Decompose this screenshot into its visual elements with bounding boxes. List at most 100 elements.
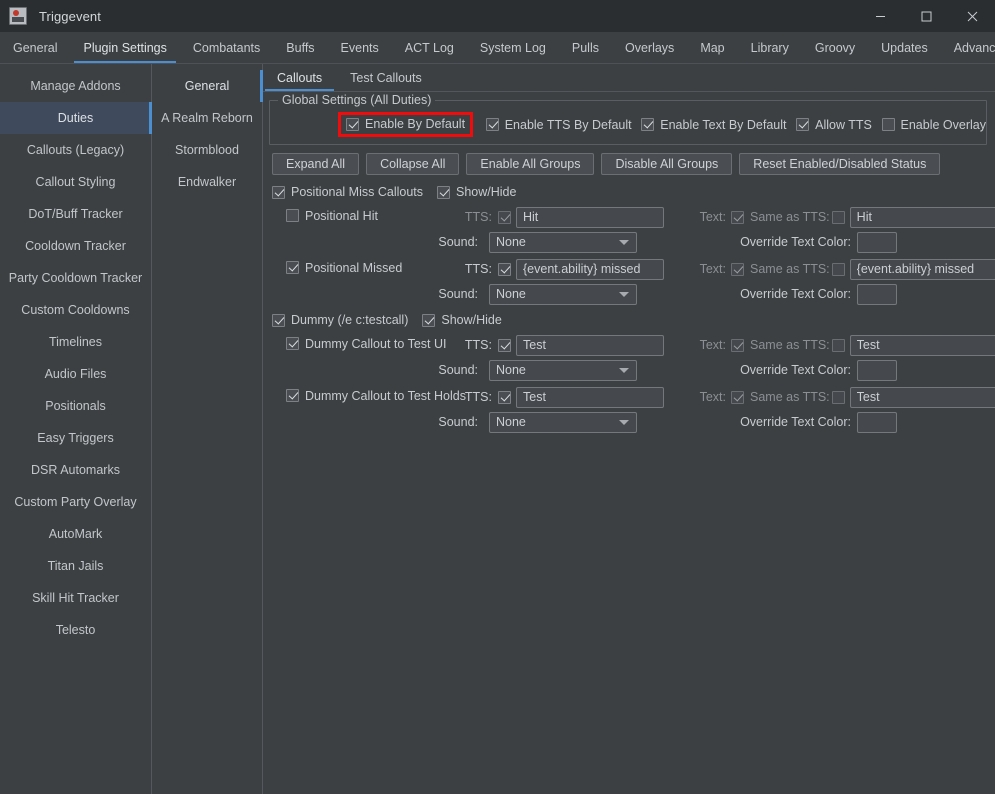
text-value-input[interactable] bbox=[849, 258, 995, 280]
checkbox-label: Enable Text By Default bbox=[660, 117, 787, 132]
same-as-tts-checkbox[interactable]: Same as TTS: bbox=[731, 338, 830, 352]
text-override-checkbox[interactable] bbox=[831, 210, 845, 224]
tab-overlays[interactable]: Overlays bbox=[612, 32, 687, 63]
maximize-icon[interactable] bbox=[903, 0, 949, 32]
checkbox-enable-text-by-default[interactable]: Enable Text By Default bbox=[641, 117, 787, 132]
item-enable-checkbox-positional-missed[interactable]: Positional Missed bbox=[286, 261, 402, 275]
chevron-down-icon bbox=[619, 240, 629, 245]
close-icon[interactable] bbox=[949, 0, 995, 32]
tab-buffs[interactable]: Buffs bbox=[273, 32, 327, 63]
sidebar-item-cooldown-tracker[interactable]: Cooldown Tracker bbox=[0, 230, 151, 262]
tab-updates[interactable]: Updates bbox=[868, 32, 941, 63]
checkbox-icon bbox=[485, 118, 499, 131]
tts-text-input[interactable] bbox=[516, 334, 664, 356]
checkbox-allow-tts[interactable]: Allow TTS bbox=[796, 118, 872, 132]
same-as-tts-checkbox[interactable]: Same as TTS: bbox=[731, 390, 830, 404]
tts-text-input[interactable] bbox=[516, 206, 664, 228]
sidebar-item-titan-jails[interactable]: Titan Jails bbox=[0, 550, 151, 582]
text-override-checkbox[interactable] bbox=[831, 262, 845, 276]
checkbox-label: Enable TTS By Default bbox=[504, 117, 632, 132]
group-enable-checkbox-positional-miss-callouts[interactable]: Positional Miss Callouts bbox=[272, 185, 423, 199]
expansion-item-stormblood[interactable]: Stormblood bbox=[152, 134, 262, 166]
tab-groovy[interactable]: Groovy bbox=[802, 32, 868, 63]
group-show-hide-checkbox-positional-miss-callouts[interactable]: Show/Hide bbox=[437, 185, 516, 199]
checkbox-enable-by-default[interactable]: Enable By Default bbox=[346, 117, 465, 131]
enable-all-groups-button[interactable]: Enable All Groups bbox=[466, 153, 595, 175]
sound-select[interactable]: None bbox=[489, 411, 637, 433]
override-text-color-swatch[interactable] bbox=[857, 283, 897, 305]
override-text-color-swatch[interactable] bbox=[857, 359, 897, 381]
text-value-input[interactable] bbox=[849, 334, 995, 356]
callout-group-header: Dummy (/e c:testcall) Show/Hide bbox=[272, 309, 990, 331]
tab-act-log[interactable]: ACT Log bbox=[392, 32, 467, 63]
tab-callouts[interactable]: Callouts bbox=[263, 64, 336, 91]
item-enable-checkbox-positional-hit[interactable]: Positional Hit bbox=[286, 209, 378, 223]
sidebar-item-dot-buff-tracker[interactable]: DoT/Buff Tracker bbox=[0, 198, 151, 230]
tab-combatants[interactable]: Combatants bbox=[180, 32, 273, 63]
reset-enabled-disabled-status-button[interactable]: Reset Enabled/Disabled Status bbox=[739, 153, 941, 175]
sidebar-item-dsr-automarks[interactable]: DSR Automarks bbox=[0, 454, 151, 486]
checkbox-enable-overlay[interactable]: Enable Overlay bbox=[881, 118, 986, 132]
override-text-color-swatch[interactable] bbox=[857, 411, 897, 433]
sound-select[interactable]: None bbox=[489, 231, 637, 253]
tts-enable-checkbox[interactable] bbox=[498, 262, 511, 276]
tab-events[interactable]: Events bbox=[328, 32, 392, 63]
tts-enable-checkbox[interactable] bbox=[498, 210, 511, 224]
sidebar-item-automark[interactable]: AutoMark bbox=[0, 518, 151, 550]
minimize-icon[interactable] bbox=[857, 0, 903, 32]
sound-select[interactable]: None bbox=[489, 359, 637, 381]
tab-library[interactable]: Library bbox=[738, 32, 802, 63]
text-label: Text: bbox=[699, 338, 726, 352]
expansion-item-endwalker[interactable]: Endwalker bbox=[152, 166, 262, 198]
expansion-item-general[interactable]: General bbox=[152, 70, 263, 102]
sidebar-item-duties[interactable]: Duties bbox=[0, 102, 152, 134]
sidebar-item-callouts-legacy[interactable]: Callouts (Legacy) bbox=[0, 134, 151, 166]
main-tab-bar: General Plugin Settings Combatants Buffs… bbox=[0, 32, 995, 64]
tts-text-input[interactable] bbox=[516, 258, 664, 280]
sidebar-item-party-cooldown-tracker[interactable]: Party Cooldown Tracker bbox=[0, 262, 151, 294]
text-override-checkbox[interactable] bbox=[831, 338, 845, 352]
sidebar-item-callout-styling[interactable]: Callout Styling bbox=[0, 166, 151, 198]
disable-all-groups-button[interactable]: Disable All Groups bbox=[601, 153, 733, 175]
checkbox-icon bbox=[731, 390, 744, 404]
sidebar-item-custom-cooldowns[interactable]: Custom Cooldowns bbox=[0, 294, 151, 326]
text-value-input[interactable] bbox=[849, 386, 995, 408]
sidebar-item-audio-files[interactable]: Audio Files bbox=[0, 358, 151, 390]
text-override-checkbox[interactable] bbox=[831, 390, 845, 404]
group-show-hide-checkbox-dummy[interactable]: Show/Hide bbox=[422, 313, 502, 327]
expand-all-button[interactable]: Expand All bbox=[272, 153, 360, 175]
sidebar-item-manage-addons[interactable]: Manage Addons bbox=[0, 70, 151, 102]
sidebar-item-easy-triggers[interactable]: Easy Triggers bbox=[0, 422, 151, 454]
sidebar-item-custom-party-overlay[interactable]: Custom Party Overlay bbox=[0, 486, 151, 518]
tab-map[interactable]: Map bbox=[687, 32, 737, 63]
same-as-tts-checkbox[interactable]: Same as TTS: bbox=[731, 210, 830, 224]
item-enable-checkbox-dummy-callout-to-test-holds[interactable]: Dummy Callout to Test Holds bbox=[286, 389, 466, 403]
tab-advanced[interactable]: Advanced bbox=[941, 32, 995, 63]
tab-system-log[interactable]: System Log bbox=[467, 32, 559, 63]
sound-select[interactable]: None bbox=[489, 283, 637, 305]
tab-test-callouts[interactable]: Test Callouts bbox=[336, 64, 436, 91]
tts-enable-checkbox[interactable] bbox=[498, 338, 511, 352]
collapse-all-button[interactable]: Collapse All bbox=[366, 153, 460, 175]
expansion-item-a-realm-reborn[interactable]: A Realm Reborn bbox=[152, 102, 262, 134]
tab-pulls[interactable]: Pulls bbox=[559, 32, 612, 63]
sidebar-item-positionals[interactable]: Positionals bbox=[0, 390, 151, 422]
text-value-input[interactable] bbox=[849, 206, 995, 228]
sidebar-item-timelines[interactable]: Timelines bbox=[0, 326, 151, 358]
sidebar-item-skill-hit-tracker[interactable]: Skill Hit Tracker bbox=[0, 582, 151, 614]
tab-general[interactable]: General bbox=[0, 32, 70, 63]
tts-text-input[interactable] bbox=[516, 386, 664, 408]
item-enable-checkbox-dummy-callout-to-test-ui[interactable]: Dummy Callout to Test UI bbox=[286, 337, 446, 351]
sound-label: Sound: bbox=[438, 287, 478, 301]
override-text-color-swatch[interactable] bbox=[857, 231, 897, 253]
checkbox-enable-tts-by-default[interactable]: Enable TTS By Default bbox=[485, 117, 632, 132]
tab-plugin-settings[interactable]: Plugin Settings bbox=[70, 32, 179, 63]
sound-select-value: None bbox=[496, 363, 526, 377]
item-label: Positional Hit bbox=[305, 208, 378, 223]
same-as-tts-checkbox[interactable]: Same as TTS: bbox=[731, 262, 830, 276]
tts-enable-checkbox[interactable] bbox=[498, 390, 511, 404]
callout-item-row-primary: Positional Hit TTS: Text: Same as TTS: bbox=[272, 205, 995, 229]
sidebar-item-telesto[interactable]: Telesto bbox=[0, 614, 151, 646]
callout-item-name-cell: Dummy Callout to Test Holds bbox=[272, 389, 466, 406]
group-enable-checkbox-dummy[interactable]: Dummy (/e c:testcall) bbox=[272, 313, 408, 327]
